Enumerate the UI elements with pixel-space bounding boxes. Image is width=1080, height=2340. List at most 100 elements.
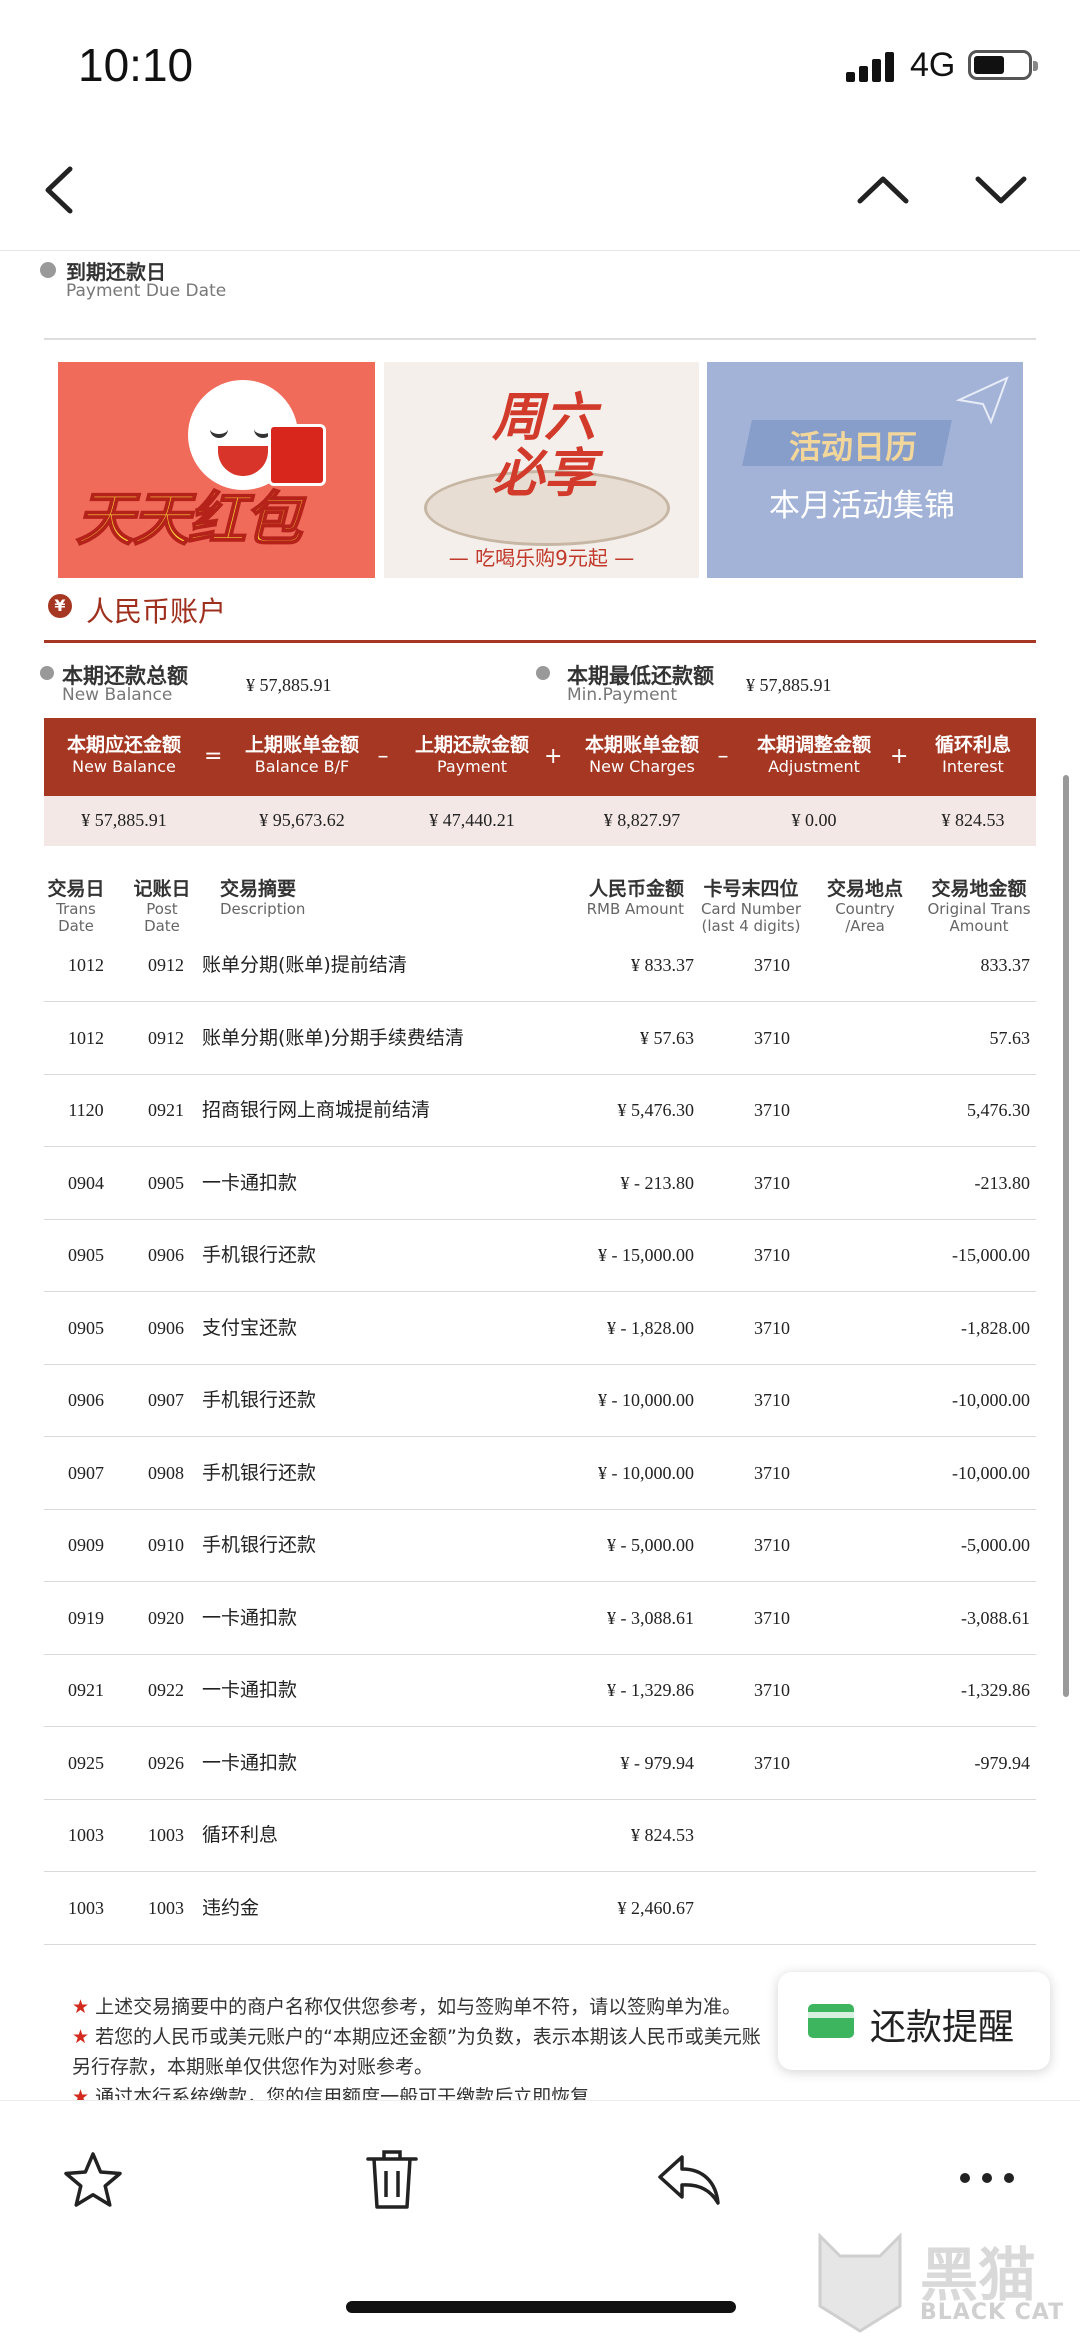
description-cell: 账单分期(账单)提前结清 [202, 954, 407, 976]
original-amount-cell: -979.94 [974, 1752, 1031, 1773]
post-date-cell: 0906 [148, 1245, 184, 1265]
column-title-en: RMB Amount [586, 900, 684, 918]
card-number-cell: 3710 [754, 1172, 790, 1193]
original-amount-cell: -15,000.00 [952, 1245, 1030, 1265]
formula-col-new-balance: 本期应还金额 New Balance [44, 730, 204, 776]
watermark-text-en: BLACK CAT [920, 2300, 1065, 2325]
original-amount-cell: -5,000.00 [961, 1535, 1030, 1555]
header-divider [0, 250, 1080, 251]
col-post-date: 记账日 Post Date [130, 874, 194, 935]
post-date-cell: 0926 [148, 1752, 184, 1773]
rmb-amount-cell: ¥ - 10,000.00 [598, 1462, 694, 1483]
column-title: 人民币金额 [588, 878, 684, 900]
col-trans-date: 交易日 Trans Date [44, 874, 108, 935]
table-row: 0905 0906 支付宝还款 ¥ - 1,828.00 3710 -1,828.00 [44, 1293, 1036, 1365]
card-number-cell [734, 1873, 810, 1943]
new-balance-label-en: New Balance [62, 685, 173, 705]
formula-values-row: ¥ 57,885.91 ¥ 95,673.62 ¥ 47,440.21 ¥ 8,… [44, 796, 1036, 846]
next-message-button[interactable] [966, 155, 1036, 225]
rmb-amount-cell: ¥ 824.53 [631, 1825, 694, 1845]
original-amount-cell: -3,088.61 [961, 1607, 1030, 1628]
column-title: 交易地点 [826, 878, 903, 900]
star-bullet-icon: ★ [72, 2086, 90, 2100]
post-date-cell: 0921 [148, 1100, 184, 1120]
banner-red-packet[interactable]: 天天红包 [58, 362, 375, 578]
star-icon[interactable] [62, 2149, 124, 2211]
due-date-label-en: Payment Due Date [66, 281, 227, 301]
formula-label-en: New Charges [589, 757, 695, 776]
bullet-icon [40, 262, 56, 278]
banner-activity-calendar[interactable]: 活动日历 本月活动集锦 [707, 362, 1023, 578]
account-title-underline [44, 640, 1036, 643]
min-payment-label-en: Min.Payment [567, 685, 677, 705]
formula-label: 本期调整金额 [756, 734, 871, 756]
trans-date-cell: 0905 [68, 1317, 104, 1338]
payment-reminder-label: 还款提醒 [870, 2007, 1015, 2048]
note-text: 另行存款，本期账单仅供您作为对账参考。 [72, 2056, 434, 2078]
post-date-cell: 0905 [148, 1172, 184, 1193]
network-type: 4G [910, 46, 956, 84]
card-number-cell: 3710 [754, 955, 790, 975]
trash-icon[interactable] [364, 2147, 420, 2213]
formula-value: ¥ 824.53 [941, 810, 1005, 830]
trans-date-cell: 0919 [68, 1607, 104, 1628]
card-number-cell: 3710 [754, 1607, 790, 1628]
card-number-cell: 3710 [754, 1535, 790, 1555]
post-date-cell: 0912 [148, 1027, 184, 1048]
trans-date-cell: 0909 [68, 1535, 104, 1555]
original-amount-cell: -10,000.00 [952, 1390, 1030, 1410]
banner-title: 周六必享 [491, 388, 596, 504]
reply-icon[interactable] [656, 2151, 722, 2207]
rmb-amount-cell: ¥ - 3,088.61 [607, 1607, 694, 1628]
card-number-cell: 3710 [754, 1245, 790, 1265]
formula-label-en: Adjustment [768, 757, 860, 776]
description-cell: 支付宝还款 [202, 1316, 298, 1339]
formula-label-en: Interest [942, 757, 1004, 776]
rmb-amount-cell: ¥ 57.63 [640, 1027, 694, 1048]
col-rmb-amount: 人民币金额 RMB Amount [574, 874, 684, 918]
original-amount-cell [864, 1873, 1030, 1943]
scrollbar[interactable] [1063, 775, 1069, 1697]
previous-message-button[interactable] [848, 155, 918, 225]
table-row: 0919 0920 一卡通扣款 ¥ - 3,088.61 3710 -3,088.61 [44, 1583, 1036, 1655]
rmb-amount-cell: ¥ - 10,000.00 [598, 1390, 694, 1410]
plus-operator: + [544, 744, 563, 769]
col-country: 交易地点 Country /Area [822, 874, 908, 935]
more-icon[interactable] [958, 2165, 1018, 2189]
trans-date-cell: 1003 [68, 1897, 104, 1918]
description-cell: 招商银行网上商城提前结清 [202, 1099, 431, 1121]
formula-col-interest: 循环利息 Interest [910, 730, 1036, 776]
back-button[interactable] [26, 155, 96, 225]
card-icon [808, 2004, 854, 2038]
account-title: 人民币账户 [86, 595, 227, 628]
description-cell: 手机银行还款 [202, 1389, 317, 1411]
description-cell: 一卡通扣款 [202, 1679, 298, 1701]
battery-icon [968, 50, 1038, 80]
formula-label-en: Balance B/F [254, 757, 350, 776]
post-date-cell: 0920 [148, 1607, 184, 1628]
trans-date-cell: 0906 [68, 1390, 104, 1410]
payment-reminder-button[interactable]: 还款提醒 [778, 1972, 1050, 2070]
col-description: 交易摘要 Description [220, 874, 305, 918]
original-amount-cell: 833.37 [980, 955, 1031, 975]
note-item: 另行存款，本期账单仅供您作为对账参考。 [72, 2052, 772, 2082]
formula-label: 本期账单金额 [584, 734, 699, 756]
post-date-cell: 1003 [148, 1825, 184, 1845]
banner-title: 天天红包 [75, 484, 303, 554]
formula-label: 上期账单金额 [244, 734, 359, 756]
formula-col-adjustment: 本期调整金额 Adjustment [734, 730, 894, 776]
column-title: 交易日 [47, 878, 105, 900]
formula-header: 本期应还金额 New Balance = 上期账单金额 Balance B/F … [44, 718, 1036, 796]
description-cell: 循环利息 [202, 1824, 279, 1846]
banner-saturday[interactable]: 周六必享 — 吃喝乐购9元起 — [384, 362, 699, 578]
formula-value: ¥ 8,827.97 [603, 810, 681, 830]
table-row: 0925 0926 一卡通扣款 ¥ - 979.94 3710 -979.94 [44, 1728, 1036, 1800]
column-title: 记账日 [133, 878, 191, 900]
minus-operator: – [717, 744, 729, 769]
trans-date-cell: 0905 [68, 1245, 104, 1265]
formula-value: ¥ 57,885.91 [81, 810, 167, 830]
description-cell: 违约金 [202, 1896, 260, 1919]
table-row: 0909 0910 手机银行还款 ¥ - 5,000.00 3710 -5,000.00 [44, 1510, 1036, 1582]
chevron-up-icon [857, 176, 909, 204]
note-item: ★ 通过本行系统缴款，您的信用额度一般可于缴款后立即恢复 [72, 2082, 772, 2100]
